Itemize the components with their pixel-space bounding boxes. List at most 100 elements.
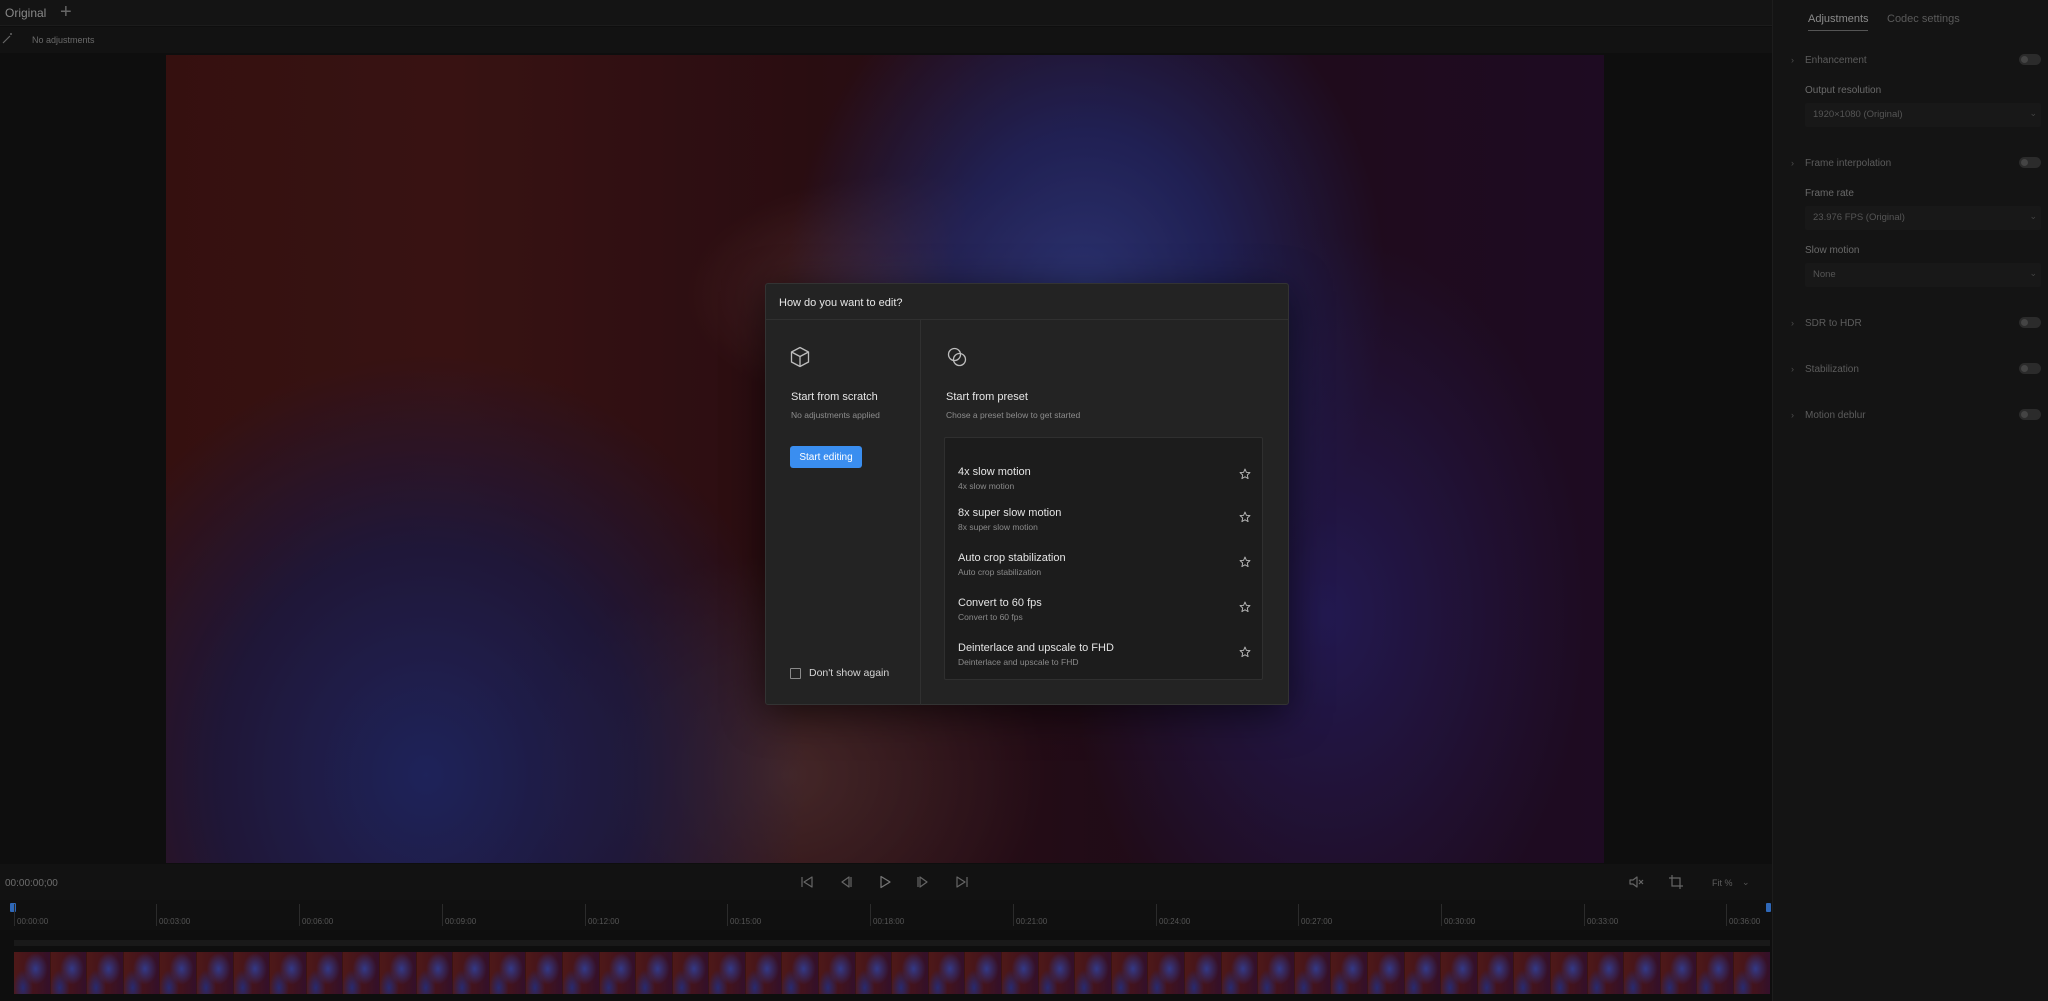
tab-adjustments[interactable]: Adjustments [1808, 13, 1869, 25]
section-motion-deblur[interactable]: › Motion deblur [1773, 407, 2048, 427]
preset-description: 4x slow motion [958, 481, 1015, 491]
preset-name: Auto crop stabilization [958, 552, 1066, 564]
preset-subtitle: Chose a preset below to get started [946, 410, 1081, 420]
ruler-tick [1156, 904, 1157, 926]
dont-show-again-label: Don't show again [809, 667, 890, 679]
track-separator [14, 940, 1770, 946]
filmstrip-frame [1075, 952, 1112, 994]
enhancement-toggle[interactable] [2019, 54, 2041, 65]
filmstrip-frame [1477, 952, 1515, 994]
preset-item-auto-crop-stabilization[interactable]: Auto crop stabilization Auto crop stabil… [945, 552, 1262, 592]
ruler-tick-label: 00:21:00 [1016, 917, 1048, 926]
star-icon[interactable] [1239, 511, 1251, 523]
mute-icon[interactable] [1628, 874, 1644, 890]
preset-name: 8x super slow motion [958, 507, 1062, 519]
stabilization-toggle[interactable] [2019, 363, 2041, 374]
column-divider [920, 320, 921, 705]
dont-show-again-checkbox[interactable] [790, 667, 801, 679]
dialog-header: How do you want to edit? [766, 284, 1288, 320]
section-frame-interpolation[interactable]: › Frame interpolation [1773, 155, 2048, 175]
skip-to-end-icon[interactable] [954, 874, 970, 890]
ruler-tick [870, 904, 871, 926]
playhead-end-marker[interactable] [1766, 903, 1771, 912]
section-stabilization[interactable]: › Stabilization [1773, 361, 2048, 381]
select-value: 23.976 FPS (Original) [1813, 212, 1905, 223]
add-tab-button[interactable]: + [60, 1, 72, 23]
filmstrip-frame [1148, 952, 1185, 994]
sdr-to-hdr-toggle[interactable] [2019, 317, 2041, 328]
filmstrip-frame [1258, 952, 1295, 994]
scratch-subtitle: No adjustments applied [791, 410, 880, 420]
dont-show-again-option[interactable]: Don't show again [790, 667, 889, 679]
filmstrip-frame [709, 952, 746, 994]
filmstrip-frame [1550, 952, 1588, 994]
top-bar: Original + [0, 0, 1772, 26]
ruler-tick-label: 00:24:00 [1159, 917, 1191, 926]
zoom-fit-select[interactable]: Fit % [1712, 878, 1733, 888]
chevron-down-icon: ⌄ [2029, 211, 2037, 221]
filmstrip-frame [1697, 952, 1734, 994]
star-icon[interactable] [1239, 556, 1251, 568]
filmstrip-frame [1367, 952, 1405, 994]
preset-item-deinterlace-upscale-fhd[interactable]: Deinterlace and upscale to FHD Deinterla… [945, 642, 1262, 682]
select-value: None [1813, 269, 1836, 280]
filmstrip-frame [306, 952, 344, 994]
star-icon[interactable] [1239, 601, 1251, 613]
section-label: SDR to HDR [1805, 318, 1862, 329]
filmstrip-frame [1733, 952, 1770, 994]
timecode-display[interactable]: 00:00:00;00 [5, 878, 58, 889]
star-icon[interactable] [1239, 646, 1251, 658]
star-icon[interactable] [1239, 468, 1251, 480]
timeline-ruler[interactable]: 00:00:00 00:03:00 00:06:00 00:09:00 00:1… [0, 900, 1772, 930]
ruler-tick-label: 00:33:00 [1587, 917, 1619, 926]
section-label: Enhancement [1805, 55, 1867, 66]
section-label: Stabilization [1805, 364, 1859, 375]
filmstrip-frame [379, 952, 417, 994]
preset-item-8x-super-slow-motion[interactable]: 8x super slow motion 8x super slow motio… [945, 507, 1262, 547]
section-sdr-to-hdr[interactable]: › SDR to HDR [1773, 315, 2048, 335]
play-icon[interactable] [877, 874, 893, 890]
skip-to-start-icon[interactable] [799, 874, 815, 890]
filmstrip-frame [1111, 952, 1149, 994]
tab-original[interactable]: Original [5, 6, 46, 20]
filmstrip-frame [270, 952, 307, 994]
chevron-down-icon: ⌄ [2029, 268, 2037, 278]
section-label: Motion deblur [1805, 410, 1866, 421]
preset-name: Convert to 60 fps [958, 597, 1042, 609]
slow-motion-select[interactable]: None ⌄ [1805, 263, 2041, 287]
filmstrip-frame [892, 952, 929, 994]
filmstrip-frame [343, 952, 380, 994]
scratch-title: Start from scratch [791, 391, 878, 403]
frame-rate-select[interactable]: 23.976 FPS (Original) ⌄ [1805, 206, 2041, 230]
filmstrip-frame [965, 952, 1003, 994]
start-editing-button[interactable]: Start editing [790, 446, 862, 468]
adjustments-panel: Adjustments Codec settings › Enhancement… [1772, 0, 2048, 1001]
section-enhancement[interactable]: › Enhancement [1773, 52, 2048, 72]
frame-interpolation-toggle[interactable] [2019, 157, 2041, 168]
ruler-tick-label: 00:30:00 [1444, 917, 1476, 926]
video-track-filmstrip[interactable] [14, 952, 1770, 994]
filmstrip-frame [745, 952, 783, 994]
previous-frame-icon[interactable] [838, 874, 854, 890]
output-resolution-select[interactable]: 1920×1080 (Original) ⌄ [1805, 103, 2041, 127]
preset-item-convert-to-60-fps[interactable]: Convert to 60 fps Convert to 60 fps [945, 597, 1262, 637]
tab-codec-settings[interactable]: Codec settings [1887, 13, 1960, 25]
ruler-tick-label: 00:27:00 [1301, 917, 1333, 926]
filmstrip-frame [1404, 952, 1442, 994]
crop-icon[interactable] [1668, 874, 1684, 890]
preset-list: 4x slow motion 4x slow motion 8x super s… [944, 437, 1263, 680]
ruler-tick [1584, 904, 1585, 926]
chevron-right-icon: › [1791, 158, 1794, 168]
filmstrip-frame [636, 952, 673, 994]
edit-mode-dialog: How do you want to edit? Start from scra… [765, 283, 1289, 705]
dialog-title: How do you want to edit? [779, 297, 903, 309]
playhead-start-marker[interactable] [10, 903, 16, 912]
cube-icon [790, 346, 810, 368]
ruler-tick [1441, 904, 1442, 926]
motion-deblur-toggle[interactable] [2019, 409, 2041, 420]
preset-item-4x-slow-motion[interactable]: 4x slow motion 4x slow motion [945, 466, 1262, 506]
next-frame-icon[interactable] [915, 874, 931, 890]
filmstrip-frame [599, 952, 637, 994]
ruler-tick-label: 00:12:00 [588, 917, 620, 926]
filmstrip-frame [928, 952, 966, 994]
